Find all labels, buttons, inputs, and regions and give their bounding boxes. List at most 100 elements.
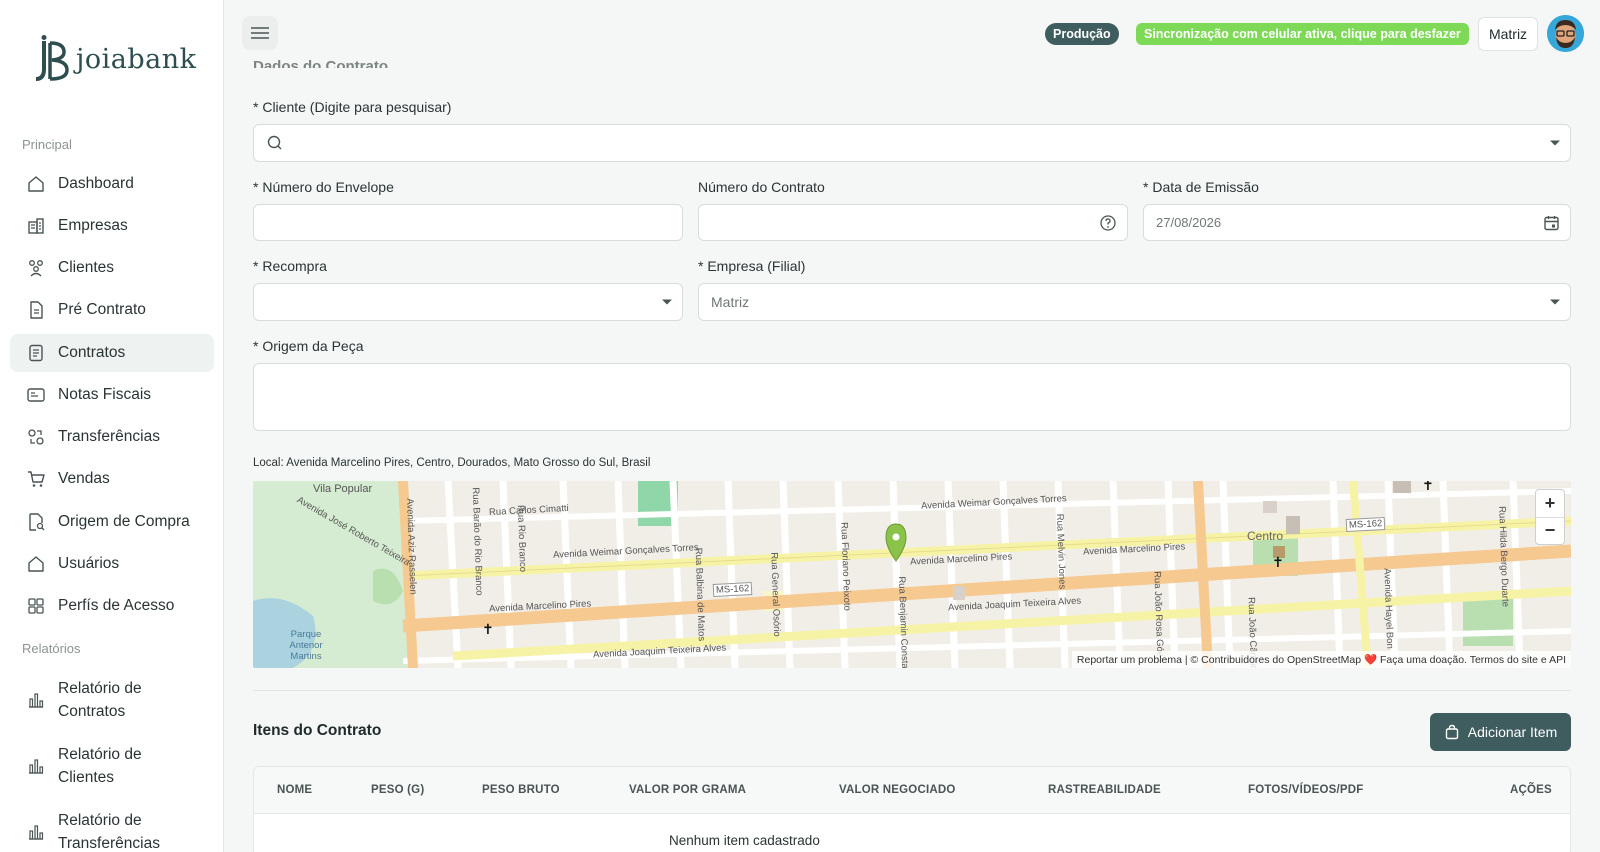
envelope-input[interactable] bbox=[266, 214, 670, 231]
map-label-centro: Centro bbox=[1247, 529, 1284, 543]
sidebar-item-dashboard[interactable]: Dashboard bbox=[10, 165, 214, 203]
sidebar-item-label: Usuários bbox=[58, 555, 120, 572]
help-circle-icon[interactable] bbox=[1099, 214, 1117, 232]
map[interactable]: Vila Popular Centro Parque Antenor Marti… bbox=[253, 481, 1571, 668]
map-label-parque: Parque Antenor Martins bbox=[289, 629, 323, 662]
sidebar-item-usuarios[interactable]: Usuários bbox=[10, 545, 214, 583]
sidebar-item-label: Pré Contrato bbox=[58, 301, 146, 318]
sidebar-item-clientes[interactable]: Clientes bbox=[10, 249, 214, 287]
sidebar-item-transferencias[interactable]: Transferências bbox=[10, 418, 214, 456]
envelope-field[interactable] bbox=[253, 204, 683, 241]
cart-icon bbox=[26, 469, 46, 489]
client-search-field[interactable] bbox=[253, 124, 1571, 162]
sidebar-item-empresas[interactable]: Empresas bbox=[10, 207, 214, 245]
home-icon bbox=[26, 554, 46, 574]
bar-chart-icon bbox=[26, 822, 46, 842]
column-header-acoes: AÇÕES bbox=[1510, 784, 1552, 796]
column-header-fotos: FOTOS/VÍDEOS/PDF bbox=[1248, 784, 1364, 796]
church-icon: ✝ bbox=[1422, 481, 1434, 493]
company-select[interactable]: Matriz bbox=[698, 283, 1571, 321]
sidebar-item-label: Contratos bbox=[58, 344, 126, 361]
company-value: Matriz bbox=[711, 294, 750, 310]
grid-icon bbox=[26, 596, 46, 616]
transfer-icon bbox=[26, 427, 46, 447]
chevron-down-icon bbox=[1550, 140, 1560, 146]
column-header-peso: PESO (G) bbox=[371, 784, 425, 796]
map-label-rio-branco: Rua Rio Branco bbox=[514, 504, 529, 573]
sidebar-item-vendas[interactable]: Vendas bbox=[10, 460, 214, 498]
sidebar-item-label: Notas Fiscais bbox=[58, 386, 152, 403]
add-item-label: Adicionar Item bbox=[1467, 724, 1558, 740]
sidebar-item-pre-contrato[interactable]: Pré Contrato bbox=[10, 291, 214, 329]
client-search-input[interactable] bbox=[292, 135, 1558, 151]
sidebar-item-origem-de-compra[interactable]: Origem de Compra bbox=[10, 503, 214, 541]
sidebar-item-relatorio-contratos[interactable]: Relatório de Contratos bbox=[10, 673, 214, 727]
sidebar-item-label: Perfís de Acesso bbox=[58, 597, 175, 614]
users-icon bbox=[26, 258, 46, 278]
sidebar-item-perfis-de-acesso[interactable]: Perfís de Acesso bbox=[10, 587, 214, 625]
zoom-out-button[interactable]: − bbox=[1536, 518, 1564, 545]
contract-number-input[interactable] bbox=[711, 214, 1115, 231]
items-table: NOME PESO (G) PESO BRUTO VALOR POR GRAMA… bbox=[253, 766, 1571, 852]
contract-number-label: Número do Contrato bbox=[698, 179, 825, 195]
section-title-principal: Principal bbox=[22, 137, 72, 152]
branch-selector-button[interactable]: Matriz bbox=[1478, 17, 1538, 51]
sidebar-item-label: Vendas bbox=[58, 470, 110, 487]
contract-icon bbox=[26, 343, 46, 363]
issue-date-field[interactable] bbox=[1143, 204, 1571, 241]
zoom-controls: + − bbox=[1535, 489, 1565, 545]
search-icon bbox=[267, 135, 282, 150]
column-header-valor-grama: VALOR POR GRAMA bbox=[629, 784, 747, 796]
sidebar-item-label: Relatório de Clientes bbox=[58, 746, 142, 786]
bar-chart-icon bbox=[26, 690, 46, 710]
column-header-valor-negociado: VALOR NEGOCIADO bbox=[839, 784, 956, 796]
zoom-in-button[interactable]: + bbox=[1536, 490, 1564, 518]
table-header: NOME PESO (G) PESO BRUTO VALOR POR GRAMA… bbox=[254, 767, 1570, 814]
church-icon: ✝ bbox=[1272, 554, 1284, 570]
location-text: Local: Avenida Marcelino Pires, Centro, … bbox=[253, 457, 651, 469]
hamburger-icon bbox=[251, 27, 269, 39]
map-label-ms162-b: MS-162 bbox=[1345, 516, 1386, 533]
origin-textarea[interactable] bbox=[253, 363, 1571, 431]
sidebar-item-label: Relatório de Contratos bbox=[58, 680, 142, 720]
column-header-nome: NOME bbox=[277, 784, 313, 796]
items-title: Itens do Contrato bbox=[253, 722, 382, 739]
repurchase-label: * Recompra bbox=[253, 258, 327, 274]
sidebar-item-label: Clientes bbox=[58, 259, 114, 276]
sync-badge[interactable]: Sincronização com celular ativa, clique … bbox=[1136, 23, 1469, 45]
issue-date-input[interactable] bbox=[1156, 215, 1558, 230]
receipt-icon bbox=[26, 385, 46, 405]
map-attribution[interactable]: Reportar um problema | © Contribuidores … bbox=[1071, 651, 1571, 668]
calendar-icon[interactable] bbox=[1543, 214, 1560, 231]
sidebar-item-relatorio-clientes[interactable]: Relatório de Clientes bbox=[10, 739, 214, 793]
sidebar-item-notas-fiscais[interactable]: Notas Fiscais bbox=[10, 376, 214, 414]
menu-toggle-button[interactable] bbox=[242, 16, 278, 50]
section-title-dados-do-contrato: Dados do Contrato bbox=[253, 58, 388, 68]
church-icon: ✝ bbox=[482, 621, 494, 637]
building-icon bbox=[26, 216, 46, 236]
bag-icon bbox=[1445, 724, 1458, 740]
sidebar-item-relatorio-transferencias[interactable]: Relatório de Transferências bbox=[10, 805, 214, 852]
document-icon bbox=[26, 300, 46, 320]
avatar[interactable] bbox=[1547, 15, 1584, 52]
logo-text: joiabank bbox=[76, 43, 197, 75]
chevron-down-icon bbox=[662, 299, 672, 305]
logo[interactable]: joiabank bbox=[30, 34, 197, 84]
company-label: * Empresa (Filial) bbox=[698, 258, 806, 274]
sidebar-item-label: Transferências bbox=[58, 428, 160, 445]
sidebar-item-label: Dashboard bbox=[58, 175, 134, 192]
empty-state-text: Nenhum item cadastrado bbox=[669, 833, 820, 848]
bar-chart-icon bbox=[26, 756, 46, 776]
repurchase-select[interactable] bbox=[253, 283, 683, 321]
envelope-label: * Número do Envelope bbox=[253, 179, 394, 195]
search-document-icon bbox=[26, 512, 46, 532]
map-tiles bbox=[253, 481, 1571, 668]
sidebar-item-label: Empresas bbox=[58, 217, 128, 234]
origin-label: * Origem da Peça bbox=[253, 338, 364, 354]
contract-number-field[interactable] bbox=[698, 204, 1128, 241]
map-label-ms162-a: MS-162 bbox=[712, 581, 753, 598]
sidebar-item-label: Relatório de Transferências bbox=[58, 812, 160, 852]
add-item-button[interactable]: Adicionar Item bbox=[1430, 713, 1571, 751]
sidebar: joiabank Principal Dashboard Empresas Cl… bbox=[0, 0, 224, 852]
sidebar-item-contratos[interactable]: Contratos bbox=[10, 334, 214, 372]
